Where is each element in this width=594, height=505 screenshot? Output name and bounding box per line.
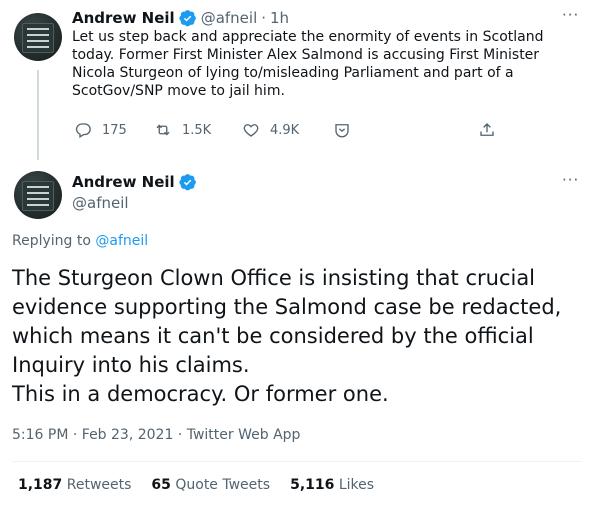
engagement-stats: 1,187 Retweets 65 Quote Tweets 5,116 Lik… bbox=[18, 477, 374, 493]
more-options-icon[interactable]: ··· bbox=[562, 171, 579, 189]
retweets-label: Retweets bbox=[66, 477, 132, 493]
tweet-text-line: Inquiry into his claims. bbox=[12, 353, 250, 377]
tweet-date: Feb 23, 2021 bbox=[81, 427, 174, 443]
tweet-text-line: The Sturgeon Clown Office is insisting t… bbox=[12, 266, 536, 290]
tweet2-header: Andrew Neil bbox=[72, 173, 197, 191]
avatar[interactable] bbox=[14, 171, 62, 219]
tweet-text-line: evidence supporting the Salmond case be … bbox=[12, 295, 562, 319]
likes-link[interactable]: 5,116 Likes bbox=[290, 477, 374, 493]
likes-count: 5,116 bbox=[290, 477, 335, 493]
reply-button[interactable]: 175 bbox=[74, 121, 127, 139]
author-name[interactable]: Andrew Neil bbox=[72, 9, 175, 27]
separator: · bbox=[177, 427, 183, 443]
tweet-main-text: The Sturgeon Clown Office is insisting t… bbox=[12, 264, 582, 409]
divider bbox=[12, 461, 582, 462]
replying-to-handle-link[interactable]: @afneil bbox=[95, 233, 148, 249]
heart-icon bbox=[243, 124, 259, 137]
quote-label: Quote Tweets bbox=[175, 477, 271, 493]
thread-line bbox=[37, 70, 39, 160]
separator: · bbox=[261, 9, 267, 27]
quote-tweets-link[interactable]: 65 Quote Tweets bbox=[151, 477, 270, 493]
replying-to: Replying to @afneil bbox=[12, 233, 148, 249]
replying-to-label: Replying to bbox=[12, 233, 91, 249]
more-options-icon[interactable]: ··· bbox=[562, 6, 579, 24]
tweet-text-line: which means it can't be considered by th… bbox=[12, 324, 534, 348]
reply-icon bbox=[75, 123, 91, 138]
tweet-time-link[interactable]: 5:16 PM · Feb 23, 2021 bbox=[12, 427, 173, 443]
share-button[interactable] bbox=[478, 121, 496, 139]
retweet-count: 1.5K bbox=[182, 122, 212, 138]
tweet-time[interactable]: 1h bbox=[270, 9, 289, 27]
like-button[interactable]: 4.9K bbox=[242, 121, 299, 139]
author-handle[interactable]: @afneil bbox=[72, 194, 129, 212]
tweet1-header: Andrew Neil @afneil · 1h bbox=[72, 9, 289, 27]
avatar[interactable] bbox=[14, 13, 62, 61]
retweets-count: 1,187 bbox=[18, 477, 63, 493]
tweet-time: 5:16 PM bbox=[12, 427, 69, 443]
author-name[interactable]: Andrew Neil bbox=[72, 173, 175, 191]
retweet-button[interactable]: 1.5K bbox=[154, 121, 211, 139]
retweet-icon bbox=[156, 124, 170, 136]
save-button[interactable] bbox=[333, 121, 351, 139]
like-count: 4.9K bbox=[270, 122, 300, 138]
tweet-source-link[interactable]: Twitter Web App bbox=[187, 427, 301, 443]
author-handle[interactable]: @afneil bbox=[201, 9, 258, 27]
quote-count: 65 bbox=[151, 477, 171, 493]
reply-count: 175 bbox=[102, 122, 127, 138]
verified-badge-icon bbox=[179, 174, 196, 191]
tweet-meta: 5:16 PM · Feb 23, 2021 · Twitter Web App bbox=[12, 427, 300, 443]
share-icon bbox=[480, 123, 494, 136]
tweet-text-line: This in a democracy. Or former one. bbox=[12, 382, 389, 406]
likes-label: Likes bbox=[338, 477, 375, 493]
verified-badge-icon bbox=[179, 10, 196, 27]
save-icon bbox=[335, 124, 349, 138]
tweet-text: Let us step back and appreciate the enor… bbox=[72, 29, 544, 99]
separator: · bbox=[72, 427, 78, 443]
retweets-link[interactable]: 1,187 Retweets bbox=[18, 477, 131, 493]
